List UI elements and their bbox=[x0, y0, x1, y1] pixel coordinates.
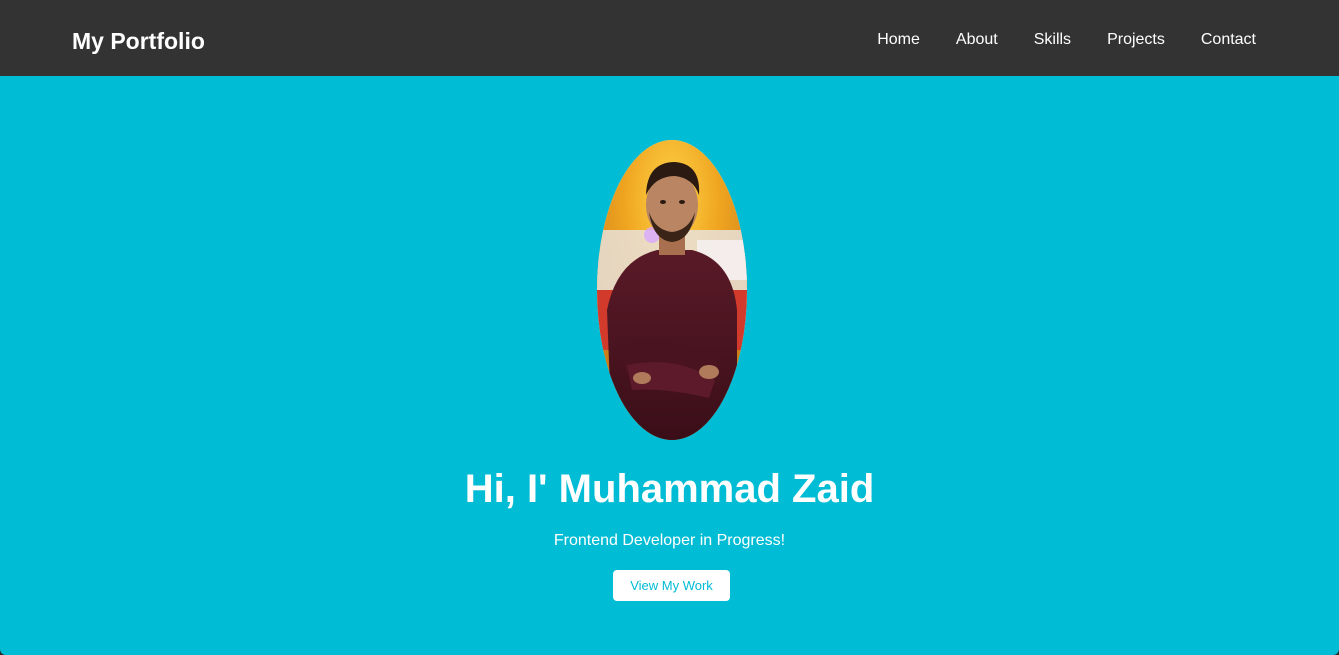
hero-section: Hi, I' Muhammad Zaid Frontend Developer … bbox=[0, 76, 1339, 655]
nav-link-projects[interactable]: Projects bbox=[1107, 30, 1165, 50]
nav-link-home[interactable]: Home bbox=[877, 30, 920, 50]
navbar: My Portfolio Home About Skills Projects … bbox=[0, 0, 1339, 76]
view-my-work-button[interactable]: View My Work bbox=[613, 570, 730, 601]
hero-subtitle: Frontend Developer in Progress! bbox=[553, 532, 786, 549]
nav-links: Home About Skills Projects Contact bbox=[877, 30, 1256, 50]
nav-link-about[interactable]: About bbox=[956, 30, 998, 50]
hero-title: Hi, I' Muhammad Zaid bbox=[464, 467, 875, 511]
nav-link-skills[interactable]: Skills bbox=[1034, 30, 1071, 50]
profile-photo-illustration bbox=[597, 140, 747, 440]
site-brand[interactable]: My Portfolio bbox=[72, 27, 205, 55]
profile-photo bbox=[597, 140, 747, 440]
nav-link-contact[interactable]: Contact bbox=[1201, 30, 1256, 50]
